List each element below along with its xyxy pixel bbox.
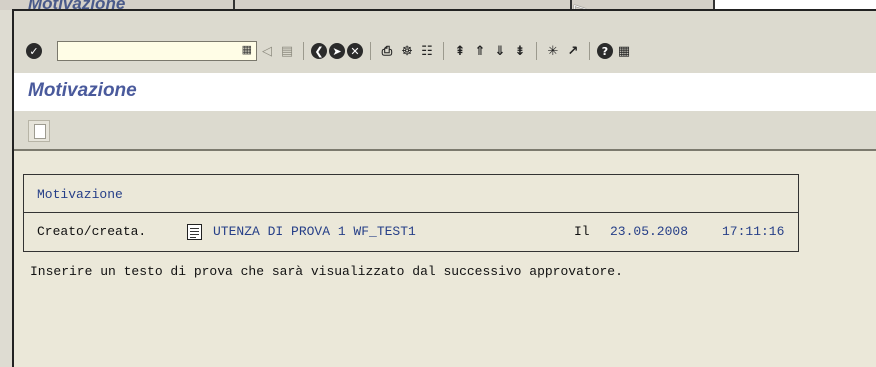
toolbar-separator	[303, 42, 304, 60]
application-toolbar	[14, 111, 876, 151]
system-toolbar: ✓ ▦ ◁ ▤ ❮ ➤ ✕ ⎙ ☸ ☷ ⇞ ⇑ ⇓ ⇟ ✳ ↗ ? ▦	[14, 11, 876, 73]
new-document-button[interactable]	[28, 120, 50, 142]
toolbar-separator	[589, 42, 590, 60]
motivation-text: Inserire un testo di prova che sarà visu…	[30, 264, 623, 279]
motivazione-box: Motivazione Creato/creata. UTENZA DI PRO…	[23, 174, 799, 252]
command-input[interactable]	[60, 43, 234, 61]
motivazione-window: ✓ ▦ ◁ ▤ ❮ ➤ ✕ ⎙ ☸ ☷ ⇞ ⇑ ⇓ ⇟ ✳ ↗ ? ▦ Moti…	[12, 9, 876, 367]
date-prefix-label: Il	[574, 224, 590, 239]
toolbar-separator	[536, 42, 537, 60]
user-link[interactable]: UTENZA DI PROVA 1 WF_TEST1	[213, 224, 416, 239]
first-page-icon[interactable]: ⇞	[451, 42, 469, 60]
new-session-icon[interactable]: ✳	[544, 42, 562, 60]
created-time: 17:11:16	[722, 224, 785, 239]
box-header: Motivazione	[24, 175, 798, 213]
exit-icon[interactable]: ➤	[329, 43, 345, 59]
help-icon[interactable]: ?	[597, 43, 613, 59]
created-label: Creato/creata.	[37, 224, 147, 239]
collapse-arrow-icon[interactable]: ◁	[258, 42, 276, 60]
command-field[interactable]: ▦	[57, 41, 257, 61]
print-icon[interactable]: ⎙	[378, 42, 396, 60]
created-date: 23.05.2008	[610, 224, 689, 239]
next-page-icon[interactable]: ⇓	[491, 42, 509, 60]
ok-icon[interactable]: ✓	[26, 43, 42, 59]
back-icon[interactable]: ❮	[311, 43, 327, 59]
box-title: Motivazione	[37, 187, 123, 202]
page-title: Motivazione	[28, 80, 137, 101]
save-icon[interactable]: ▤	[278, 42, 296, 60]
shortcut-icon[interactable]: ↗	[564, 42, 582, 60]
last-page-icon[interactable]: ⇟	[511, 42, 529, 60]
layout-menu-icon[interactable]: ▦	[615, 42, 633, 60]
find-next-icon[interactable]: ☷	[418, 42, 436, 60]
title-bar: Motivazione	[14, 73, 876, 111]
previous-page-icon[interactable]: ⇑	[471, 42, 489, 60]
created-row: Creato/creata. UTENZA DI PROVA 1 WF_TEST…	[24, 213, 798, 252]
toolbar-separator	[443, 42, 444, 60]
user-details-icon[interactable]	[187, 224, 202, 240]
command-history-icon[interactable]: ▦	[242, 43, 252, 56]
cancel-icon[interactable]: ✕	[347, 43, 363, 59]
find-icon[interactable]: ☸	[398, 42, 416, 60]
toolbar-separator	[370, 42, 371, 60]
document-icon	[34, 124, 46, 139]
